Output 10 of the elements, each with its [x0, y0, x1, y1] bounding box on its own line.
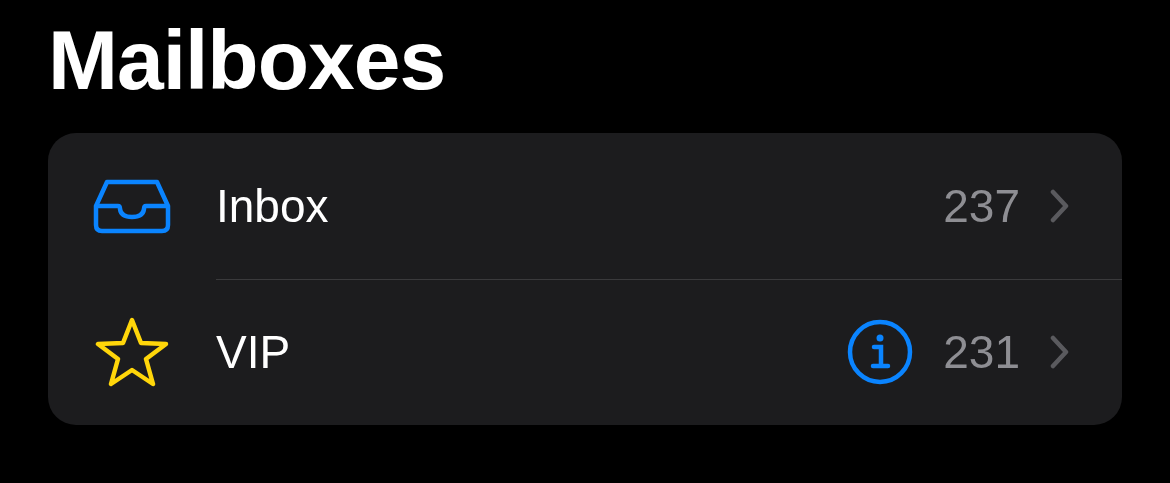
inbox-tray-icon: [93, 178, 171, 234]
chevron-icon: [1050, 335, 1070, 369]
mailbox-name[interactable]: Inbox: [216, 179, 944, 233]
star-icon: [95, 317, 169, 387]
page-title: Mailboxes: [47, 12, 447, 109]
chevron-icon: [1050, 189, 1070, 223]
unread-count: 231: [943, 325, 1020, 379]
info-icon[interactable]: [847, 319, 914, 385]
unread-count: 237: [943, 179, 1020, 233]
mailbox-name[interactable]: VIP: [216, 325, 848, 379]
